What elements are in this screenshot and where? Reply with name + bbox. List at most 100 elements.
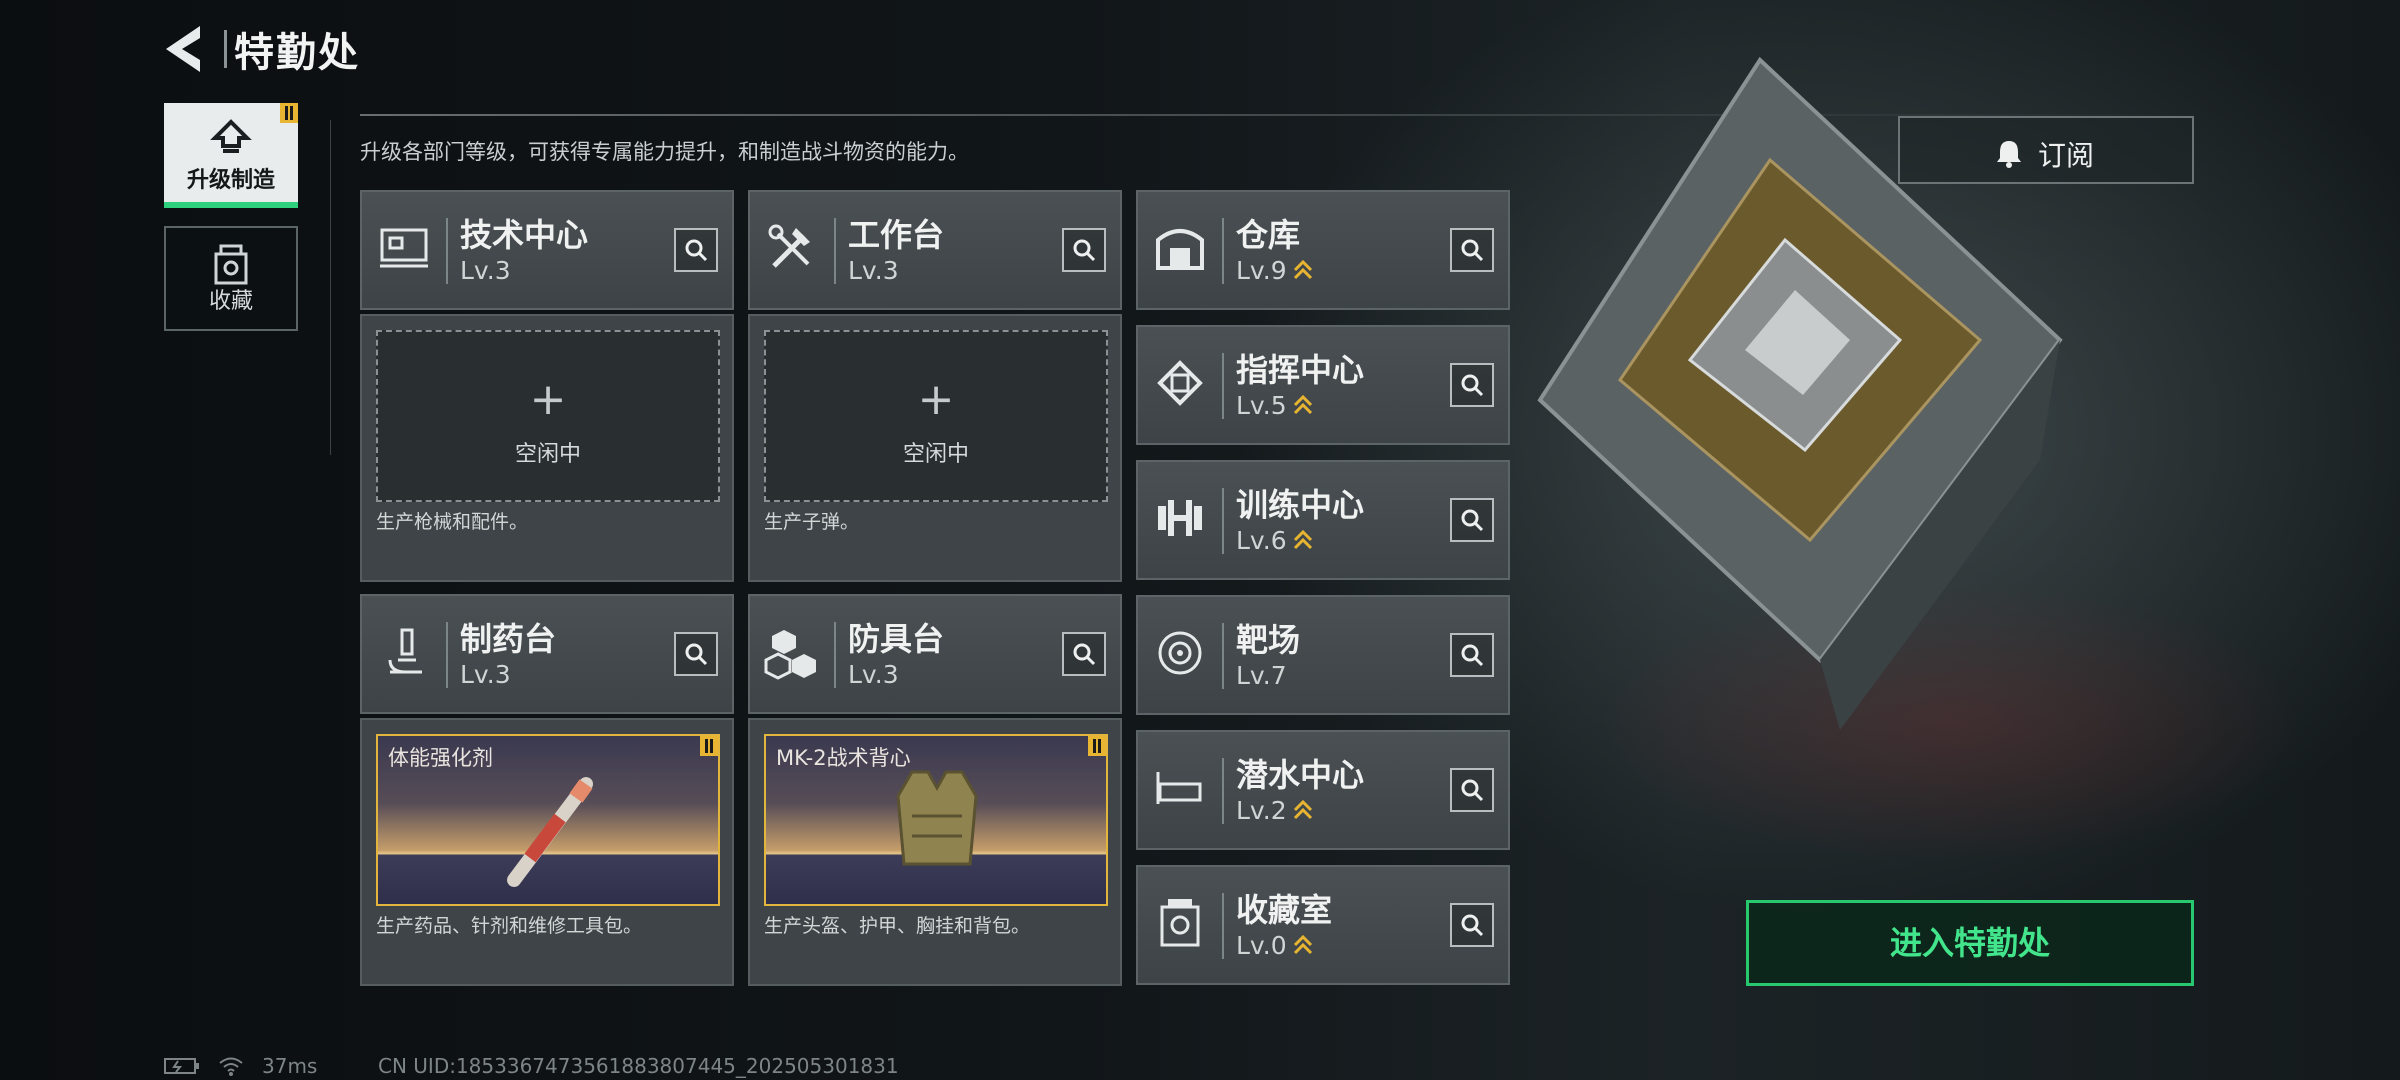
syringe-image xyxy=(507,777,593,887)
trophy-case-icon xyxy=(1160,899,1200,947)
idle-slot-label: 空闲中 xyxy=(902,442,969,467)
search-icon xyxy=(1461,374,1484,397)
subscribe-button[interactable]: 订阅 xyxy=(1898,116,2194,184)
department-name: 收藏室 xyxy=(1236,891,1333,929)
department-card-command[interactable]: 指挥中心 Lv.5 xyxy=(1136,325,1510,445)
warehouse-icon xyxy=(1156,229,1204,270)
production-panel-workbench: + 空闲中 生产子弹。 xyxy=(748,314,1122,582)
nav-tab-collect-label: 收藏 xyxy=(208,289,253,314)
upgrade-chevron-icon xyxy=(1293,934,1312,954)
card-separator xyxy=(446,218,448,284)
department-name: 防具台 xyxy=(848,620,945,658)
search-icon xyxy=(1461,239,1484,262)
search-icon xyxy=(1461,914,1484,937)
upgrade-chevron-icon xyxy=(1293,799,1312,819)
department-name: 技术中心 xyxy=(460,216,589,254)
department-level-text: Lv.7 xyxy=(1236,661,1287,690)
microscope-icon xyxy=(388,628,422,674)
department-card-training[interactable]: 训练中心 Lv.6 xyxy=(1136,460,1510,580)
department-level: Lv.2 xyxy=(1236,796,1313,825)
department-card-workbench[interactable]: 工作台 Lv.3 xyxy=(748,190,1122,310)
armor-blocks-icon xyxy=(764,630,816,680)
search-button[interactable] xyxy=(674,632,718,676)
plus-icon: + xyxy=(529,374,567,425)
department-level: Lv.5 xyxy=(1236,391,1313,420)
department-level-text: Lv.3 xyxy=(848,256,899,285)
enter-special-ops-button[interactable]: 进入特勤处 xyxy=(1746,900,2194,986)
department-level-text: Lv.3 xyxy=(460,660,511,689)
search-button[interactable] xyxy=(1450,768,1494,812)
ping-value: 37ms xyxy=(262,1054,318,1078)
department-level: Lv.3 xyxy=(848,660,899,689)
search-icon xyxy=(1073,239,1096,262)
wifi-icon xyxy=(219,1057,243,1076)
card-separator xyxy=(1222,218,1224,284)
department-level-text: Lv.9 xyxy=(1236,256,1287,285)
department-card-pharmacy[interactable]: 制药台 Lv.3 xyxy=(360,594,734,714)
department-name: 潜水中心 xyxy=(1236,756,1365,794)
nav-tab-collect[interactable]: 收藏 xyxy=(164,226,298,331)
search-icon xyxy=(1461,509,1484,532)
product-slot[interactable]: MK-2战术背心 xyxy=(764,734,1108,906)
department-level-text: Lv.6 xyxy=(1236,526,1287,555)
divider xyxy=(330,120,331,455)
production-panel-pharmacy: 体能强化剂 生产药品、针剂和维修工具包。 xyxy=(360,718,734,986)
search-button[interactable] xyxy=(1450,903,1494,947)
search-button[interactable] xyxy=(1450,498,1494,542)
back-arrow-icon xyxy=(166,26,200,72)
upgrade-chevron-icon xyxy=(1293,259,1312,279)
search-icon xyxy=(685,239,708,262)
production-note: 生产头盔、护甲、胸挂和背包。 xyxy=(764,915,1031,937)
department-card-tech-center[interactable]: 技术中心 Lv.3 xyxy=(360,190,734,310)
production-panel-armor: MK-2战术背心 生产头盔、护甲、胸挂和背包。 xyxy=(748,718,1122,986)
department-card-warehouse[interactable]: 仓库 Lv.9 xyxy=(1136,190,1510,310)
production-note: 生产枪械和配件。 xyxy=(376,511,529,533)
nav-tab-upgrade[interactable]: 升级制造 xyxy=(164,103,298,208)
department-card-collection[interactable]: 收藏室 Lv.0 xyxy=(1136,865,1510,985)
product-name: 体能强化剂 xyxy=(388,746,493,770)
uid-text: CN UID:1853367473561883807445_2025053018… xyxy=(378,1054,899,1078)
search-button[interactable] xyxy=(1450,363,1494,407)
subscribe-label: 订阅 xyxy=(2038,139,2095,172)
production-note: 生产药品、针剂和维修工具包。 xyxy=(376,915,643,937)
card-separator xyxy=(1222,353,1224,419)
production-panel-tech-center: + 空闲中 生产枪械和配件。 xyxy=(360,314,734,582)
department-level-text: Lv.0 xyxy=(1236,931,1287,960)
plus-icon: + xyxy=(917,374,955,425)
idle-slot[interactable]: + 空闲中 xyxy=(376,330,720,502)
card-separator xyxy=(446,622,448,688)
department-level-text: Lv.3 xyxy=(460,256,511,285)
product-name: MK-2战术背心 xyxy=(776,746,911,770)
search-icon xyxy=(1073,643,1096,666)
department-name: 训练中心 xyxy=(1236,486,1365,524)
upgrade-icon xyxy=(210,119,252,153)
department-card-diving[interactable]: 潜水中心 Lv.2 xyxy=(1136,730,1510,850)
hammer-wrench-icon xyxy=(768,224,810,268)
upgrade-chevron-icon xyxy=(1293,394,1312,414)
bell-icon xyxy=(1997,141,2021,168)
search-button[interactable] xyxy=(674,228,718,272)
department-card-range[interactable]: 靶场 Lv.7 xyxy=(1136,595,1510,715)
alert-badge xyxy=(1088,736,1106,756)
search-button[interactable] xyxy=(1062,632,1106,676)
search-icon xyxy=(1461,644,1484,667)
department-name: 工作台 xyxy=(848,216,945,254)
product-slot[interactable]: 体能强化剂 xyxy=(376,734,720,906)
department-level-text: Lv.2 xyxy=(1236,796,1287,825)
card-separator xyxy=(834,218,836,284)
status-bar: 37ms xyxy=(164,1054,317,1078)
department-name: 靶场 xyxy=(1236,621,1301,659)
card-separator xyxy=(1222,623,1224,689)
search-button[interactable] xyxy=(1450,633,1494,677)
search-button[interactable] xyxy=(1450,228,1494,272)
nav-tab-upgrade-label: 升级制造 xyxy=(186,168,275,193)
card-separator xyxy=(1222,893,1224,959)
back-button[interactable] xyxy=(160,22,206,76)
idle-slot[interactable]: + 空闲中 xyxy=(764,330,1108,502)
alert-badge xyxy=(700,736,718,756)
search-button[interactable] xyxy=(1062,228,1106,272)
department-card-armor[interactable]: 防具台 Lv.3 xyxy=(748,594,1122,714)
card-separator xyxy=(1222,758,1224,824)
page-description: 升级各部门等级，可获得专属能力提升，和制造战斗物资的能力。 xyxy=(360,140,969,164)
alert-badge xyxy=(280,103,298,123)
